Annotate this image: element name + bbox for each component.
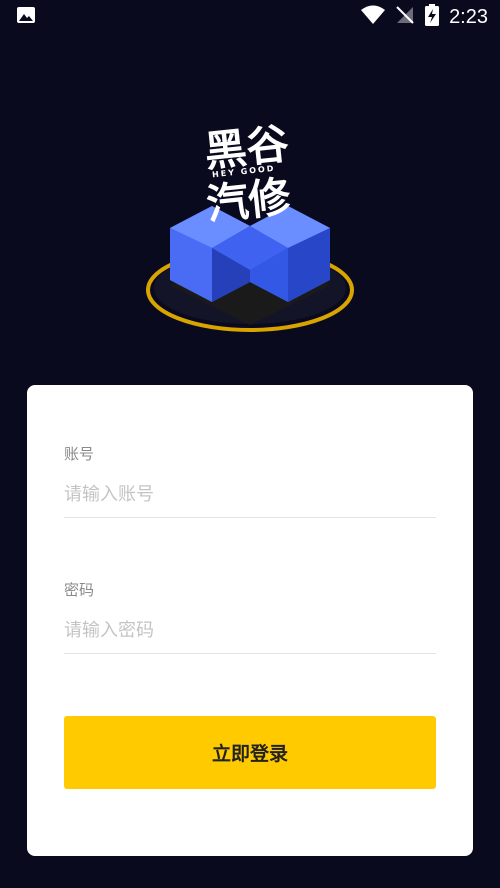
login-button[interactable]: 立即登录 bbox=[64, 716, 436, 789]
login-screen: 2:23 黑谷 HEY GOOD 汽修 账号 请输入账号 密码 立即登录 bbox=[0, 0, 500, 888]
password-field: 密码 bbox=[64, 579, 436, 654]
logo-title-line2: 汽修 bbox=[204, 172, 294, 230]
status-time: 2:23 bbox=[449, 5, 488, 28]
login-card: 账号 密码 立即登录 bbox=[27, 385, 473, 856]
wifi-icon bbox=[361, 5, 386, 29]
password-input[interactable] bbox=[64, 614, 436, 654]
account-label: 账号 bbox=[64, 445, 95, 463]
image-icon bbox=[16, 5, 36, 29]
account-input[interactable] bbox=[64, 478, 436, 518]
app-logo: 黑谷 HEY GOOD 汽修 bbox=[140, 110, 360, 340]
status-bar: 2:23 bbox=[0, 0, 500, 34]
battery-charging-icon bbox=[425, 4, 440, 30]
account-field: 账号 bbox=[64, 443, 436, 518]
no-signal-icon bbox=[395, 5, 415, 29]
password-label: 密码 bbox=[64, 581, 95, 599]
